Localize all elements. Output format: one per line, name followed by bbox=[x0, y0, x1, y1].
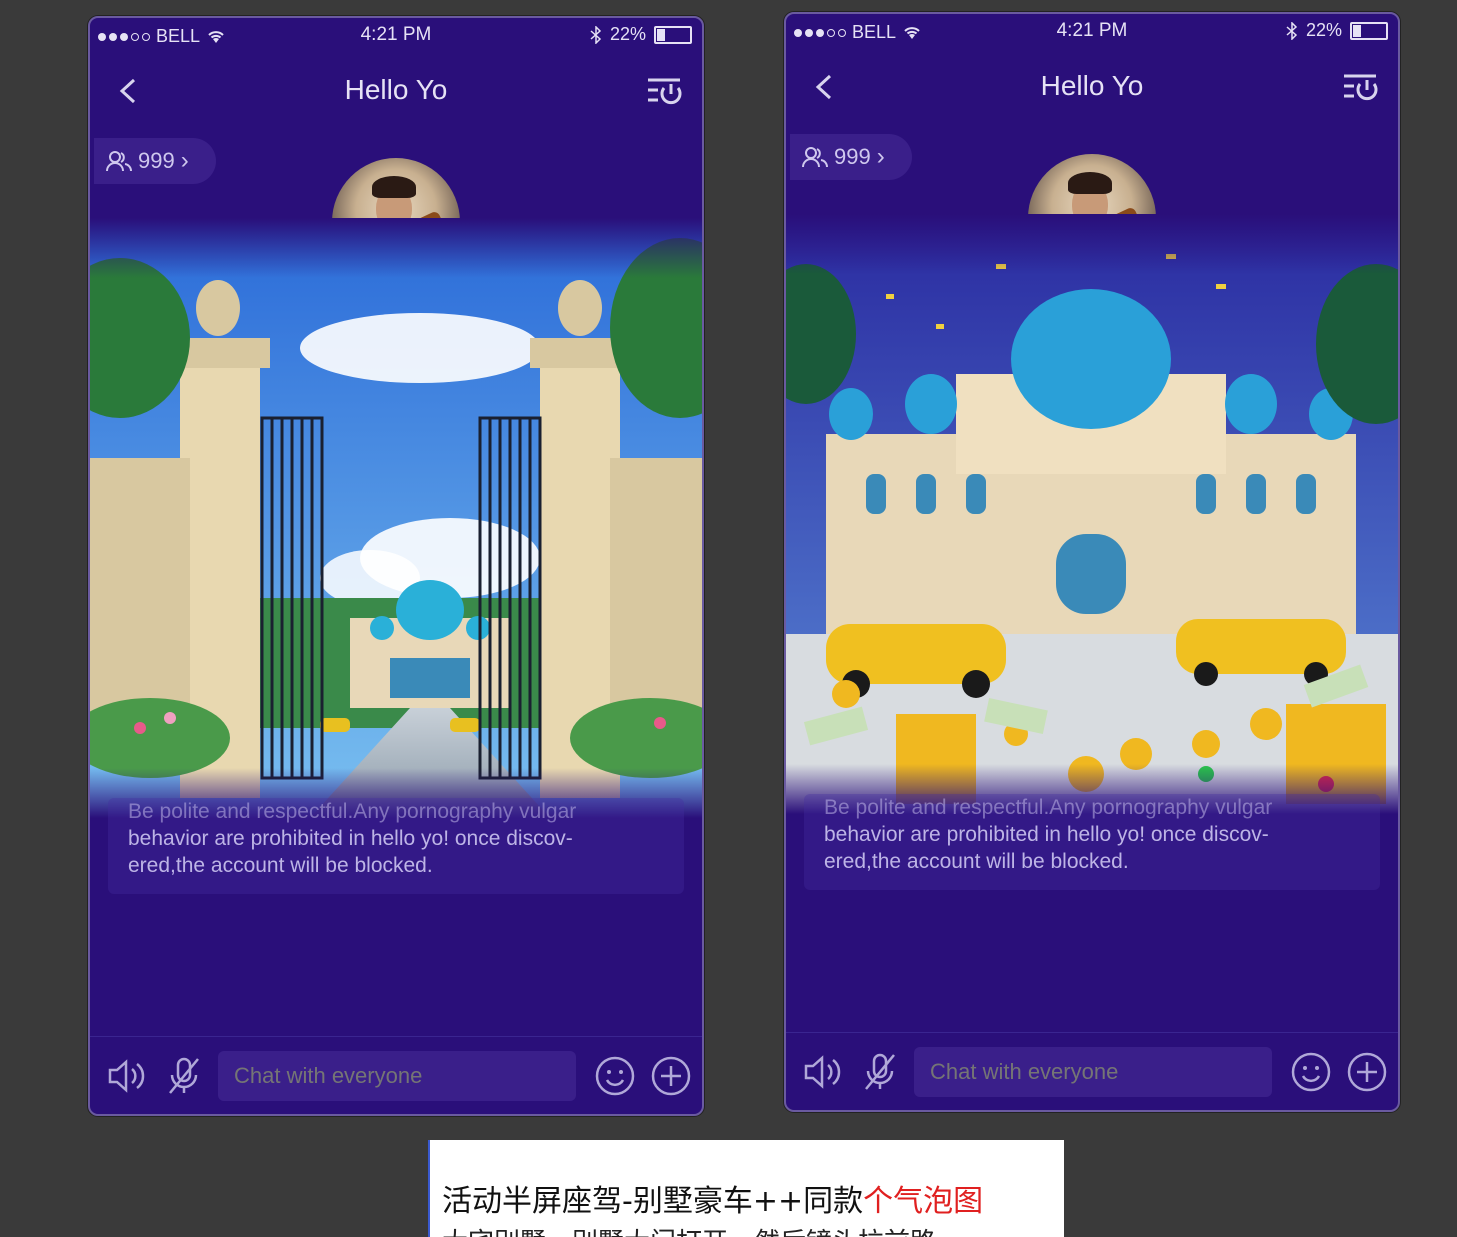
chat-toolbar bbox=[786, 1032, 1398, 1110]
speaker-icon[interactable] bbox=[802, 1051, 844, 1093]
exit-room-icon[interactable] bbox=[1342, 70, 1378, 104]
notice-line-3: ered,the account will be blocked. bbox=[128, 854, 433, 877]
notice-line-1: Be polite and respectful.Any pornography… bbox=[128, 800, 577, 823]
battery-percent: 22% bbox=[1305, 20, 1342, 40]
members-count-button[interactable]: 999 › bbox=[94, 138, 216, 184]
chat-toolbar bbox=[90, 1036, 702, 1114]
users-icon bbox=[106, 151, 132, 172]
nav-bar: Hello Yo bbox=[90, 66, 702, 116]
chevron-right-icon: › bbox=[876, 143, 885, 170]
chevron-right-icon: › bbox=[180, 147, 189, 174]
mic-muted-icon[interactable] bbox=[862, 1051, 898, 1093]
room-title: Hello Yo bbox=[344, 74, 448, 105]
room-title: Hello Yo bbox=[1040, 70, 1144, 101]
notice-line-3: ered,the account will be blocked. bbox=[824, 850, 1129, 873]
emoji-icon[interactable] bbox=[594, 1055, 636, 1097]
members-count-button[interactable]: 999 › bbox=[790, 134, 912, 180]
bluetooth-icon bbox=[1286, 21, 1298, 40]
design-caption: 活动半屏座驾-别墅豪车++同款个气泡图 大宅别墅，别墅大门打开，然后镜头拉前路 bbox=[428, 1140, 1064, 1237]
caption-title-black: 活动半屏座驾-别墅豪车++同款 bbox=[442, 1184, 864, 1219]
caption-title-red: 个气泡图 bbox=[863, 1184, 984, 1219]
battery-icon bbox=[654, 25, 692, 44]
bluetooth-icon bbox=[590, 25, 602, 44]
exit-room-icon[interactable] bbox=[646, 74, 682, 108]
entrance-effect-villa-scene bbox=[786, 214, 1398, 814]
members-count: 999 bbox=[834, 144, 871, 169]
emoji-icon[interactable] bbox=[1290, 1051, 1332, 1093]
members-count: 999 bbox=[138, 148, 175, 173]
notice-line-2: behavior are prohibited in hello yo! onc… bbox=[128, 827, 573, 850]
phone-mockup-gate: BELL 4:21 PM 22% Hello Yo 999 › Be polit… bbox=[88, 16, 704, 1116]
caption-subtitle: 大宅别墅，别墅大门打开，然后镜头拉前路 bbox=[442, 1222, 936, 1237]
caption-title: 活动半屏座驾-别墅豪车++同款个气泡图 bbox=[442, 1176, 983, 1220]
mic-muted-icon[interactable] bbox=[166, 1055, 202, 1097]
entrance-effect-gate-scene bbox=[90, 218, 702, 818]
plus-icon[interactable] bbox=[650, 1055, 692, 1097]
plus-icon[interactable] bbox=[1346, 1051, 1388, 1093]
battery-icon bbox=[1350, 21, 1388, 40]
chat-input[interactable] bbox=[914, 1047, 1272, 1097]
status-bar: BELL 4:21 PM 22% bbox=[90, 18, 702, 54]
phone-mockup-villa: BELL 4:21 PM 22% Hello Yo 999 › Be polit… bbox=[784, 12, 1400, 1112]
nav-bar: Hello Yo bbox=[786, 62, 1398, 112]
community-rules-notice: Be polite and respectful.Any pornography… bbox=[108, 798, 684, 894]
chat-input[interactable] bbox=[218, 1051, 576, 1101]
notice-line-1: Be polite and respectful.Any pornography… bbox=[824, 796, 1273, 819]
status-bar: BELL 4:21 PM 22% bbox=[786, 14, 1398, 50]
notice-line-2: behavior are prohibited in hello yo! onc… bbox=[824, 823, 1269, 846]
speaker-icon[interactable] bbox=[106, 1055, 148, 1097]
community-rules-notice: Be polite and respectful.Any pornography… bbox=[804, 794, 1380, 890]
battery-percent: 22% bbox=[609, 24, 646, 44]
users-icon bbox=[802, 147, 828, 168]
